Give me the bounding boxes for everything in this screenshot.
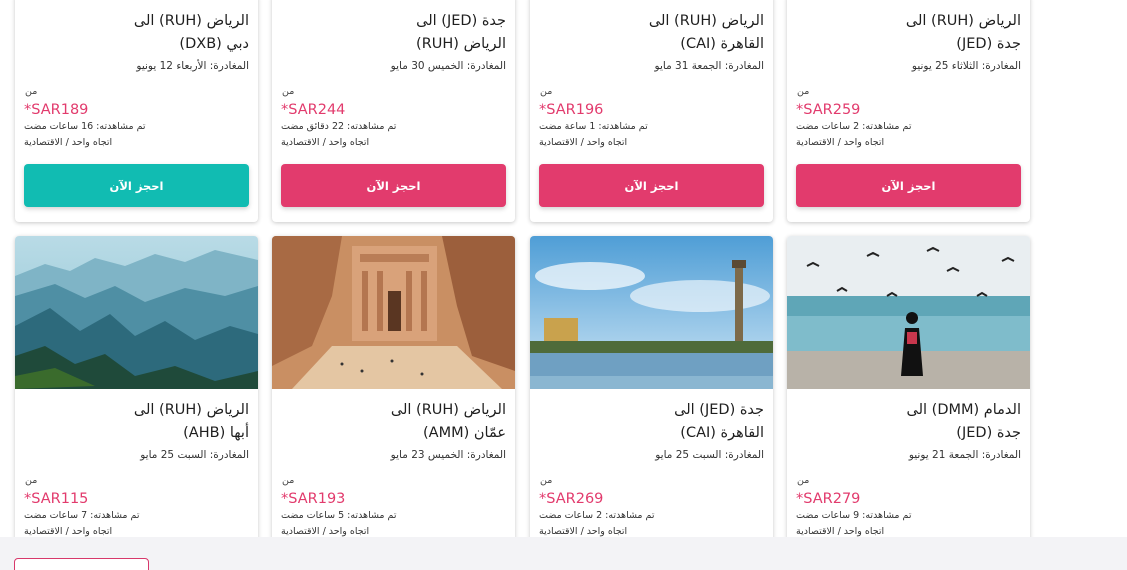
route-title-line1: جدة (JED) الى xyxy=(416,13,506,29)
price-from-label: من xyxy=(282,475,295,486)
viewed-time: تم مشاهدته: 7 ساعات مضت xyxy=(24,510,140,521)
book-now-button[interactable]: احجز الآن xyxy=(796,164,1021,207)
price: *SAR189 xyxy=(24,102,89,118)
offer-card[interactable]: جدة (JED) الى الرياض (RUH) المغادرة: الخ… xyxy=(272,0,515,222)
viewed-time: تم مشاهدته: 5 ساعات مضت xyxy=(281,510,397,521)
route-title-line1: الرياض (RUH) الى xyxy=(648,13,764,29)
offer-card[interactable]: الرياض (RUH) الى عمّان (AMM) المغادرة: ا… xyxy=(272,236,515,556)
cairo-tower-nile-image xyxy=(530,236,773,389)
book-now-button[interactable]: احجز الآن xyxy=(281,164,506,207)
offer-card[interactable]: الدمام (DMM) الى جدة (JED) المغادرة: الج… xyxy=(787,236,1030,556)
viewed-time: تم مشاهدته: 2 ساعات مضت xyxy=(539,510,655,521)
load-more-button[interactable] xyxy=(14,558,149,570)
cairo-tower-nile-photo[interactable] xyxy=(530,236,773,389)
trip-type: اتجاه واحد / الاقتصادية xyxy=(24,526,113,537)
price: *SAR259 xyxy=(796,102,861,118)
departure-date: المغادرة: الجمعة 21 يونيو xyxy=(908,449,1021,461)
viewed-time: تم مشاهدته: 16 ساعات مضت xyxy=(24,121,146,132)
offer-card[interactable]: الرياض (RUH) الى القاهرة (CAI) المغادرة:… xyxy=(530,0,773,222)
price: *SAR279 xyxy=(796,491,861,507)
route-title-line2: جدة (JED) xyxy=(956,36,1021,52)
route-title-line1: الرياض (RUH) الى xyxy=(905,13,1021,29)
price-from-label: من xyxy=(797,86,810,97)
dammam-seaside-birds-photo[interactable] xyxy=(787,236,1030,389)
viewed-time: تم مشاهدته: 22 دقائق مضت xyxy=(281,121,397,132)
book-now-button[interactable]: احجز الآن xyxy=(24,164,249,207)
page-footer-band xyxy=(0,537,1127,570)
price-from-label: من xyxy=(797,475,810,486)
price-from-label: من xyxy=(540,86,553,97)
route-title-line2: عمّان (AMM) xyxy=(423,425,506,441)
departure-date: المغادرة: السبت 25 مايو xyxy=(140,449,249,461)
price-from-label: من xyxy=(540,475,553,486)
route-title-line1: الدمام (DMM) الى xyxy=(906,402,1022,418)
abha-mountains-image xyxy=(15,236,258,389)
trip-type: اتجاه واحد / الاقتصادية xyxy=(281,526,370,537)
departure-date: المغادرة: الخميس 30 مايو xyxy=(390,60,506,72)
route-title-line1: الرياض (RUH) الى xyxy=(133,402,249,418)
offer-card[interactable]: الرياض (RUH) الى جدة (JED) المغادرة: الث… xyxy=(787,0,1030,222)
petra-treasury-photo[interactable] xyxy=(272,236,515,389)
abha-mountains-photo[interactable] xyxy=(15,236,258,389)
route-title-line1: الرياض (RUH) الى xyxy=(133,13,249,29)
route-title-line2: الرياض (RUH) xyxy=(416,36,506,52)
trip-type: اتجاه واحد / الاقتصادية xyxy=(281,137,370,148)
price-from-label: من xyxy=(25,475,38,486)
route-title-line1: الرياض (RUH) الى xyxy=(390,402,506,418)
trip-type: اتجاه واحد / الاقتصادية xyxy=(796,137,885,148)
trip-type: اتجاه واحد / الاقتصادية xyxy=(539,137,628,148)
viewed-time: تم مشاهدته: 1 ساعة مضت xyxy=(539,121,648,132)
viewed-time: تم مشاهدته: 2 ساعات مضت xyxy=(796,121,912,132)
departure-date: المغادرة: الثلاثاء 25 يونيو xyxy=(911,60,1021,72)
route-title-line2: أبها (AHB) xyxy=(183,425,249,441)
departure-date: المغادرة: الأربعاء 12 يونيو xyxy=(136,60,249,72)
departure-date: المغادرة: الجمعة 31 مايو xyxy=(654,60,764,72)
trip-type: اتجاه واحد / الاقتصادية xyxy=(24,137,113,148)
route-title-line2: القاهرة (CAI) xyxy=(680,36,764,52)
route-title-line2: دبي (DXB) xyxy=(179,36,249,52)
trip-type: اتجاه واحد / الاقتصادية xyxy=(539,526,628,537)
price-from-label: من xyxy=(25,86,38,97)
route-title-line2: جدة (JED) xyxy=(956,425,1021,441)
price-from-label: من xyxy=(282,86,295,97)
offer-card[interactable]: جدة (JED) الى القاهرة (CAI) المغادرة: ال… xyxy=(530,236,773,556)
route-title-line1: جدة (JED) الى xyxy=(674,402,764,418)
offer-card[interactable]: الرياض (RUH) الى أبها (AHB) المغادرة: ال… xyxy=(15,236,258,556)
price: *SAR244 xyxy=(281,102,346,118)
departure-date: المغادرة: الخميس 23 مايو xyxy=(390,449,506,461)
trip-type: اتجاه واحد / الاقتصادية xyxy=(796,526,885,537)
price: *SAR196 xyxy=(539,102,604,118)
price: *SAR115 xyxy=(24,491,89,507)
petra-treasury-image xyxy=(272,236,515,389)
dammam-seaside-image xyxy=(787,236,1030,389)
viewed-time: تم مشاهدته: 9 ساعات مضت xyxy=(796,510,912,521)
offer-card[interactable]: الرياض (RUH) الى دبي (DXB) المغادرة: الأ… xyxy=(15,0,258,222)
departure-date: المغادرة: السبت 25 مايو xyxy=(655,449,764,461)
book-now-button[interactable]: احجز الآن xyxy=(539,164,764,207)
route-title-line2: القاهرة (CAI) xyxy=(680,425,764,441)
price: *SAR193 xyxy=(281,491,346,507)
price: *SAR269 xyxy=(539,491,604,507)
